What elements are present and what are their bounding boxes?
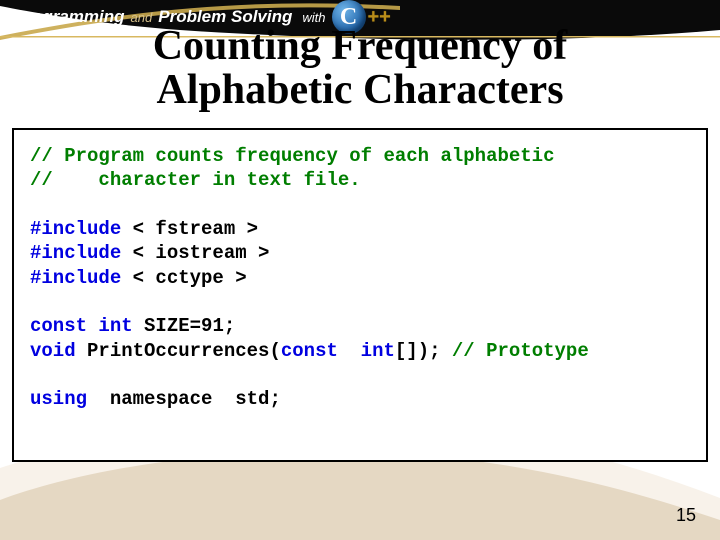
code-proto-tail: []); (395, 340, 452, 362)
code-using-kw: using (30, 388, 87, 410)
code-paren: ( (269, 340, 280, 362)
slide: Programming and Problem Solving with C +… (0, 0, 720, 540)
code-include-kw-2: #include (30, 242, 121, 264)
slide-title: Counting Frequency of Alphabetic Charact… (0, 24, 720, 112)
code-block: // Program counts frequency of each alph… (12, 128, 708, 462)
code-size-name: SIZE (144, 315, 190, 337)
code-include-kw-3: #include (30, 267, 121, 289)
code-include-kw-1: #include (30, 218, 121, 240)
title-line-1: Counting Frequency of (153, 23, 568, 69)
code-include-3: < cctype > (121, 267, 246, 289)
cpp-logo-plus: ++ (368, 12, 391, 22)
header-and: and (131, 10, 153, 25)
code-proto-comment: // Prototype (452, 340, 589, 362)
code-void-kw: void (30, 340, 87, 362)
code-namespace: namespace std; (87, 388, 281, 410)
code-comment-2: // character in text file. (30, 169, 361, 191)
page-number: 15 (676, 505, 696, 526)
code-comment-1: // Program counts frequency of each alph… (30, 145, 555, 167)
code-const-kw: const int (30, 315, 144, 337)
code-include-2: < iostream > (121, 242, 269, 264)
code-constint-kw: const int (281, 340, 395, 362)
title-line-2: Alphabetic Characters (156, 67, 563, 113)
code-size-val: =91; (190, 315, 236, 337)
code-fn-name: PrintOccurrences (87, 340, 269, 362)
code-include-1: < fstream > (121, 218, 258, 240)
